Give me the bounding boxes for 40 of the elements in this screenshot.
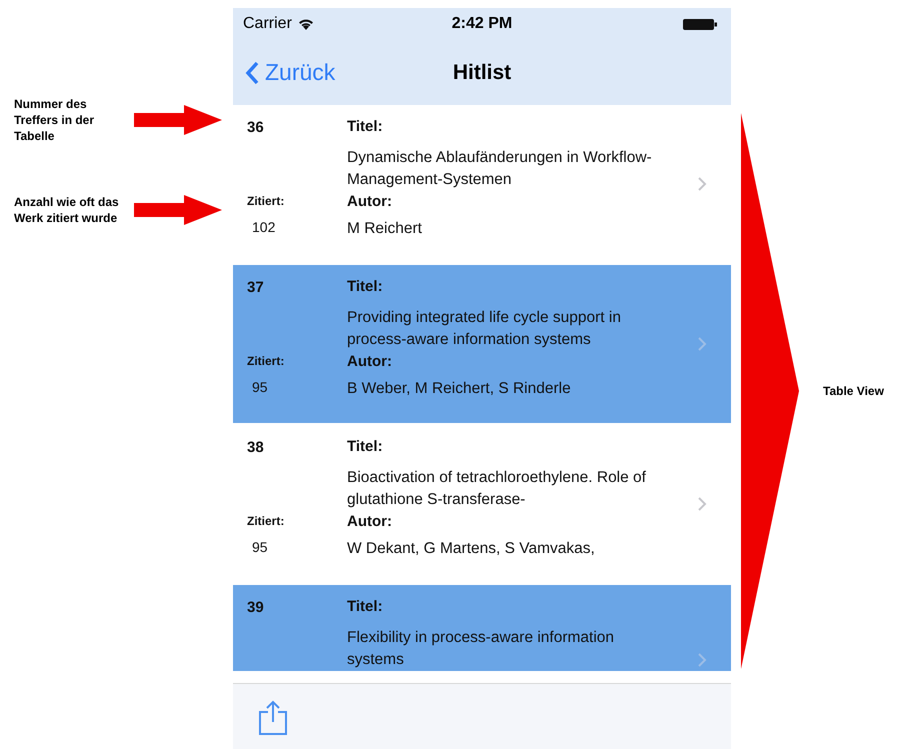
wifi-icon [298, 18, 314, 30]
title-text: Dynamische Ablaufänderungen in Workflow-Management-Systemen [347, 148, 653, 190]
cited-label: Zitiert: [247, 513, 286, 529]
table-row[interactable]: 39 Titel: Flexibility in process-aware information systems [233, 585, 731, 671]
chevron-icon [698, 177, 706, 191]
chevron-icon [698, 653, 706, 667]
hit-number: 38 [247, 438, 265, 458]
share-icon[interactable] [257, 700, 289, 736]
cited-label: Zitiert: [247, 353, 286, 369]
author-label: Autor: [347, 512, 393, 532]
cited-label: Zitiert: [247, 193, 286, 209]
cited-count: 102 [252, 218, 276, 236]
annotation-text: Nummer des Treffers in der Tabelle [14, 96, 96, 144]
author-text: W Dekant, G Martens, S Vamvakas, [347, 539, 596, 559]
cited-count: 95 [252, 538, 269, 556]
battery-icon [683, 18, 717, 30]
title-label: Titel: [347, 597, 384, 617]
chevron-icon [698, 497, 706, 511]
annotation-text: Anzahl wie oft das Werk zitiert wurde [14, 194, 120, 226]
carrier-text: Carrier [243, 14, 292, 34]
hit-number: 39 [247, 598, 265, 618]
title-label: Titel: [347, 277, 384, 297]
title-text: Providing integrated life cycle support in process-aware information systems [347, 308, 622, 350]
clock-text: 2:42 PM [452, 14, 512, 34]
title-text: Flexibility in process-aware information systems [347, 628, 616, 670]
author-label: Autor: [347, 192, 393, 212]
author-text: M Reichert [347, 219, 423, 239]
screen-title: Hitlist [452, 60, 512, 86]
cited-count: 95 [252, 378, 269, 396]
side-label: Table View [823, 383, 884, 400]
title-text: Bioactivation of tetrachloroethylene. Role of glutathione S-transferase- [347, 468, 647, 510]
hit-number: 36 [247, 118, 265, 138]
title-label: Titel: [347, 437, 384, 457]
table-row[interactable]: 37 Zitiert: 95 Titel: Providing integrated life cycle support in process-aware information systems Autor: B Weber, M Reichert, S Rinderle [233, 265, 731, 423]
author-text: B Weber, M Reichert, S Rinderle [347, 379, 572, 399]
hit-number: 37 [247, 278, 265, 298]
author-label: Autor: [347, 352, 393, 372]
chevron-icon [698, 337, 706, 351]
back-chevron-icon [245, 60, 259, 84]
title-label: Titel: [347, 117, 384, 137]
